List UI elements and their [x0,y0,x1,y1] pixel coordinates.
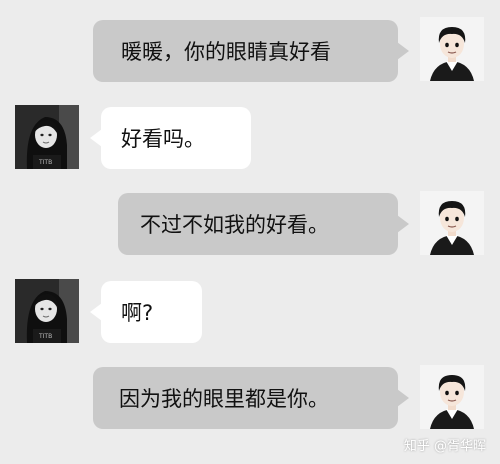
message-bubble-sent: 不过不如我的好看。 [118,193,409,255]
message-bubble-sent: 暖暖，你的眼睛真好看 [93,20,409,82]
avatar-me[interactable] [420,365,484,429]
message-bubble-sent: 因为我的眼里都是你。 [93,367,409,429]
cartoon-man-avatar-icon [420,17,484,81]
svg-text:TITB: TITB [38,333,52,340]
message-text: 因为我的眼里都是你。 [119,387,329,411]
girl-photo-avatar-icon: TITB [15,279,79,343]
message-text: 暖暖，你的眼睛真好看 [121,40,331,64]
avatar-me[interactable] [420,191,484,255]
message-text: 啊? [121,301,154,325]
cartoon-man-avatar-icon [420,191,484,255]
message-bubble-received: 啊? [90,281,202,343]
svg-text:TITB: TITB [38,159,52,166]
avatar-her[interactable]: TITB [15,105,79,169]
message-text: 不过不如我的好看。 [140,213,329,237]
avatar-me[interactable] [420,17,484,81]
watermark: 知乎 @胥华晖 [403,439,486,454]
cartoon-man-avatar-icon [420,365,484,429]
girl-photo-avatar-icon: TITB [15,105,79,169]
avatar-her[interactable]: TITB [15,279,79,343]
message-bubble-received: 好看吗。 [90,107,251,169]
message-text: 好看吗。 [121,127,205,151]
